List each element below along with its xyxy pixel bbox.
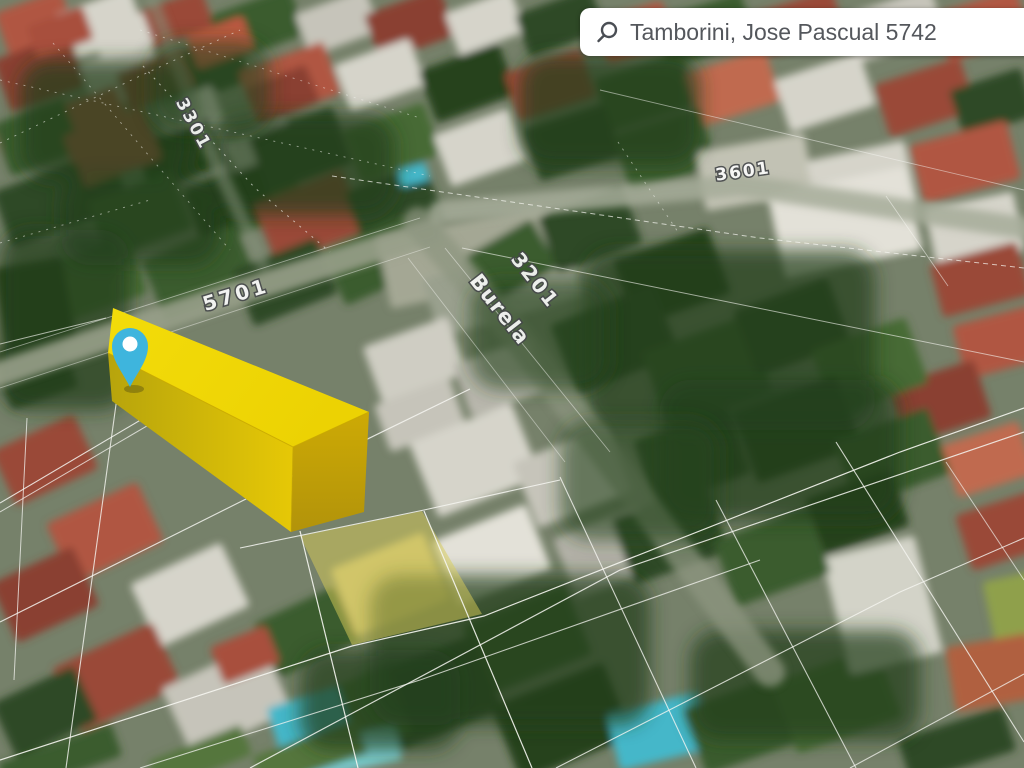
search-bar	[580, 8, 1024, 56]
tree-mass	[520, 55, 700, 165]
tree-mass	[690, 630, 920, 740]
tree-mass	[560, 420, 720, 540]
map-canvas[interactable]: 330157013201Burela3601	[0, 0, 1024, 768]
pin-shadow	[124, 385, 144, 393]
map-application: 330157013201Burela3601	[0, 0, 1024, 768]
tree-mass	[150, 40, 270, 130]
pin-inner-dot	[123, 337, 138, 352]
search-input[interactable]	[630, 19, 1024, 46]
tree-mass	[300, 650, 460, 750]
tree-mass	[60, 175, 220, 265]
tree-mass	[215, 115, 395, 215]
search-icon	[594, 19, 620, 45]
